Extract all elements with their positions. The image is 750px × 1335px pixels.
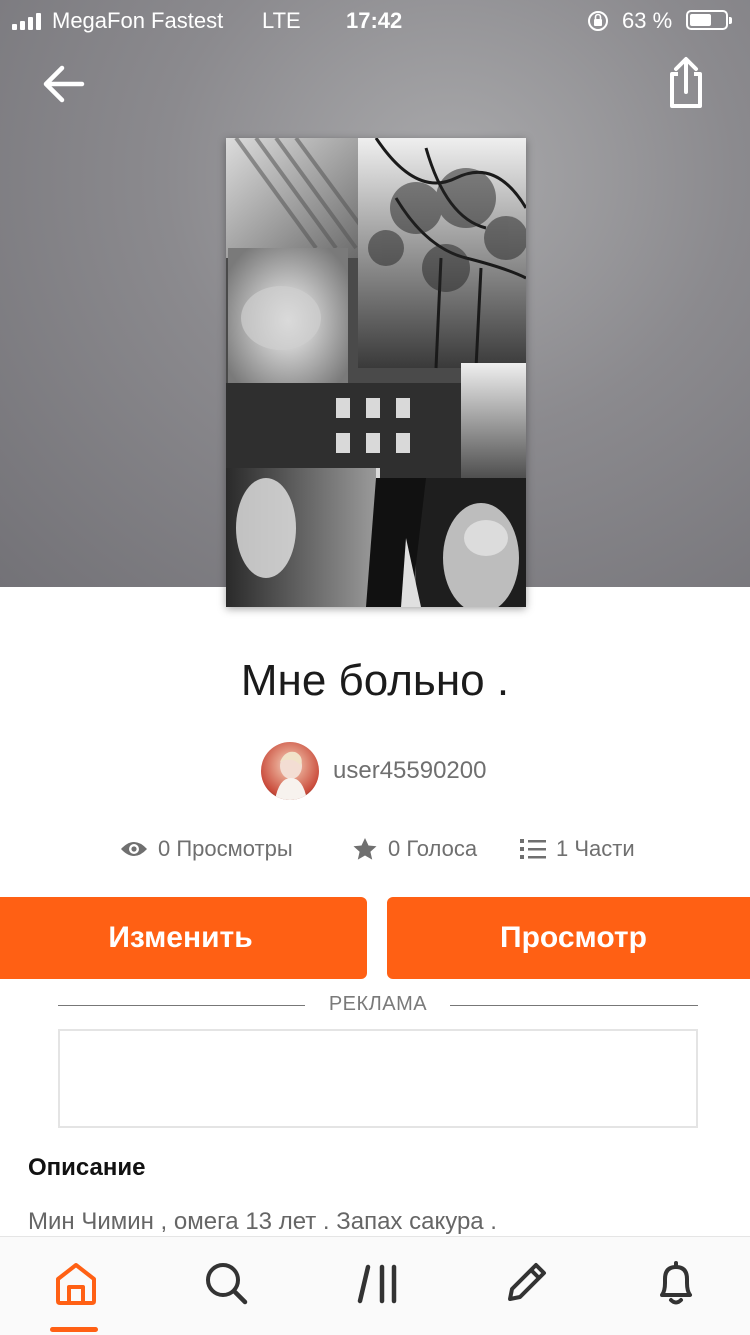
list-icon <box>520 839 546 859</box>
carrier-name: MegaFon Fastest <box>52 8 224 33</box>
clock: 17:42 <box>346 8 403 33</box>
views-stat: 0 Просмотры <box>120 832 293 866</box>
story-stats: 0 Просмотры 0 Голоса 1 Части <box>0 832 750 866</box>
battery-percent: 63 % <box>622 8 673 33</box>
views-count: 0 Просмотры <box>158 836 293 861</box>
description-text: Мин Чимин , омега 13 лет . Запах сакура … <box>28 1208 497 1235</box>
battery-icon <box>686 10 732 30</box>
active-tab-indicator <box>50 1327 98 1332</box>
description-heading: Описание <box>28 1154 146 1181</box>
preview-button[interactable]: Просмотр <box>387 897 750 979</box>
votes-stat: 0 Голоса <box>352 832 477 866</box>
votes-count: 0 Голоса <box>388 836 478 861</box>
notifications-icon[interactable] <box>650 1257 702 1309</box>
signal-icon <box>12 12 41 30</box>
ad-label-row: РЕКЛАМА <box>58 993 698 1017</box>
back-arrow-icon[interactable] <box>38 58 90 110</box>
divider <box>450 1005 698 1006</box>
parts-stat: 1 Части <box>520 832 635 866</box>
status-bar: MegaFon Fastest LTE 17:42 63 % <box>0 0 750 40</box>
orientation-lock-icon <box>588 11 608 31</box>
network-type: LTE <box>262 8 301 33</box>
author-avatar[interactable] <box>261 742 319 800</box>
search-icon[interactable] <box>200 1257 252 1309</box>
story-header: MegaFon Fastest LTE 17:42 63 % <box>0 0 750 607</box>
library-icon[interactable] <box>352 1257 404 1309</box>
eye-icon <box>121 842 147 856</box>
home-icon[interactable] <box>50 1257 102 1309</box>
bottom-tab-bar <box>0 1236 750 1335</box>
battery-level <box>690 14 711 26</box>
author-username[interactable]: user45590200 <box>333 757 486 785</box>
parts-count: 1 Части <box>556 836 635 861</box>
author-link[interactable]: user45590200 <box>261 742 486 800</box>
write-icon[interactable] <box>500 1257 552 1309</box>
star-icon <box>353 838 377 860</box>
edit-button[interactable]: Изменить <box>0 897 367 979</box>
story-title: Мне больно . <box>240 656 510 705</box>
share-icon[interactable] <box>660 54 712 112</box>
story-cover-image <box>226 138 526 607</box>
ad-banner[interactable] <box>58 1029 698 1128</box>
